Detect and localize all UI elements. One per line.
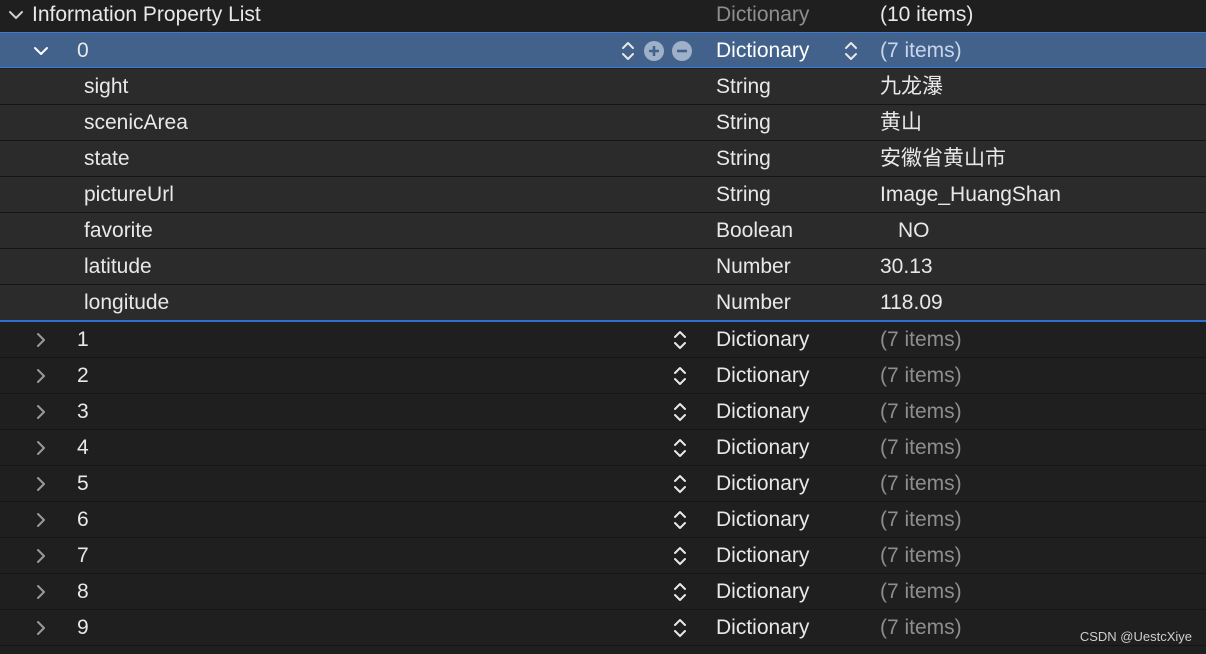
item-value: (7 items) xyxy=(880,328,962,351)
chevron-right-icon[interactable] xyxy=(29,358,53,394)
item-row-4[interactable]: 4 Dictionary (7 items) xyxy=(0,430,1206,466)
item-type[interactable]: Dictionary xyxy=(716,430,809,466)
item-type[interactable]: Dictionary xyxy=(716,394,809,430)
item-type[interactable]: Dictionary xyxy=(716,466,809,502)
type-stepper-icon[interactable] xyxy=(673,438,687,458)
item-value: (7 items) xyxy=(880,364,962,387)
chevron-right-icon[interactable] xyxy=(29,574,53,610)
child-value[interactable]: 九龙瀑 xyxy=(880,69,943,105)
type-stepper-icon[interactable] xyxy=(673,582,687,602)
item-index: 9 xyxy=(77,616,89,639)
item-type[interactable]: Dictionary xyxy=(716,33,809,69)
item-row-8[interactable]: 8 Dictionary (7 items) xyxy=(0,574,1206,610)
child-row-longitude[interactable]: longitude Number 118.09 xyxy=(0,285,1206,321)
item-index: 5 xyxy=(77,472,89,495)
chevron-down-icon[interactable] xyxy=(4,0,28,33)
child-key[interactable]: scenicArea xyxy=(84,105,188,141)
add-row-icon[interactable] xyxy=(643,40,665,62)
child-key[interactable]: pictureUrl xyxy=(84,177,174,213)
root-key: Information Property List xyxy=(32,3,261,26)
child-value[interactable]: 黄山 xyxy=(880,105,922,141)
item-value: (7 items) xyxy=(880,580,962,603)
item-type[interactable]: Dictionary xyxy=(716,322,809,358)
type-stepper-icon[interactable] xyxy=(673,546,687,566)
child-type[interactable]: String xyxy=(716,69,771,105)
watermark: CSDN @UestcXiye xyxy=(1079,629,1192,644)
item-value: (7 items) xyxy=(880,436,962,459)
chevron-down-icon[interactable] xyxy=(29,33,53,69)
chevron-right-icon[interactable] xyxy=(29,502,53,538)
item-row-7[interactable]: 7 Dictionary (7 items) xyxy=(0,538,1206,574)
item-value: (7 items) xyxy=(880,39,962,62)
item-type[interactable]: Dictionary xyxy=(716,538,809,574)
item-index: 6 xyxy=(77,508,89,531)
type-stepper-icon[interactable] xyxy=(673,330,687,350)
child-key[interactable]: state xyxy=(84,141,130,177)
chevron-right-icon[interactable] xyxy=(29,610,53,646)
root-value: (10 items) xyxy=(880,3,974,26)
child-row-sight[interactable]: sight String 九龙瀑 xyxy=(0,69,1206,105)
item-row-1[interactable]: 1 Dictionary (7 items) xyxy=(0,322,1206,358)
item-value: (7 items) xyxy=(880,472,962,495)
type-stepper-icon[interactable] xyxy=(844,41,858,61)
item-type[interactable]: Dictionary xyxy=(716,358,809,394)
child-key[interactable]: longitude xyxy=(84,285,169,321)
child-value[interactable]: NO xyxy=(898,213,930,249)
child-type[interactable]: String xyxy=(716,105,771,141)
item-type[interactable]: Dictionary xyxy=(716,610,809,646)
child-value[interactable]: 30.13 xyxy=(880,249,933,285)
type-stepper-icon[interactable] xyxy=(673,366,687,386)
child-row-state[interactable]: state String 安徽省黄山市 xyxy=(0,141,1206,177)
child-type[interactable]: Boolean xyxy=(716,213,793,249)
item-index: 8 xyxy=(77,580,89,603)
item-index: 3 xyxy=(77,400,89,423)
item-index: 7 xyxy=(77,544,89,567)
item-index: 2 xyxy=(77,364,89,387)
child-type[interactable]: Number xyxy=(716,285,791,321)
item-index: 4 xyxy=(77,436,89,459)
item-row-0[interactable]: 0 Dictionary (7 items) xyxy=(0,32,1206,68)
item-row-2[interactable]: 2 Dictionary (7 items) xyxy=(0,358,1206,394)
item-value: (7 items) xyxy=(880,400,962,423)
item-type[interactable]: Dictionary xyxy=(716,502,809,538)
child-key[interactable]: latitude xyxy=(84,249,152,285)
type-stepper-icon[interactable] xyxy=(673,402,687,422)
chevron-right-icon[interactable] xyxy=(29,322,53,358)
child-key[interactable]: sight xyxy=(84,69,128,105)
type-stepper-icon[interactable] xyxy=(673,474,687,494)
item-value: (7 items) xyxy=(880,544,962,567)
chevron-right-icon[interactable] xyxy=(29,466,53,502)
chevron-right-icon[interactable] xyxy=(29,430,53,466)
child-type[interactable]: String xyxy=(716,177,771,213)
child-type[interactable]: String xyxy=(716,141,771,177)
item-index: 0 xyxy=(77,39,89,62)
child-key[interactable]: favorite xyxy=(84,213,153,249)
root-row[interactable]: Information Property List Dictionary (10… xyxy=(0,0,1206,33)
child-value[interactable]: 118.09 xyxy=(880,285,943,321)
chevron-right-icon[interactable] xyxy=(29,394,53,430)
child-row-pictureurl[interactable]: pictureUrl String Image_HuangShan xyxy=(0,177,1206,213)
child-value[interactable]: 安徽省黄山市 xyxy=(880,141,1006,177)
chevron-right-icon[interactable] xyxy=(29,538,53,574)
item-value: (7 items) xyxy=(880,508,962,531)
remove-row-icon[interactable] xyxy=(671,40,693,62)
item-value: (7 items) xyxy=(880,616,962,639)
type-stepper-icon[interactable] xyxy=(673,510,687,530)
child-value[interactable]: Image_HuangShan xyxy=(880,177,1061,213)
item-type[interactable]: Dictionary xyxy=(716,574,809,610)
child-type[interactable]: Number xyxy=(716,249,791,285)
child-row-latitude[interactable]: latitude Number 30.13 xyxy=(0,249,1206,285)
item-row-3[interactable]: 3 Dictionary (7 items) xyxy=(0,394,1206,430)
type-stepper-icon[interactable] xyxy=(621,41,635,61)
item-row-9[interactable]: 9 Dictionary (7 items) xyxy=(0,610,1206,646)
item-row-5[interactable]: 5 Dictionary (7 items) xyxy=(0,466,1206,502)
item-index: 1 xyxy=(77,328,89,351)
type-stepper-icon[interactable] xyxy=(673,618,687,638)
root-type: Dictionary xyxy=(716,3,810,26)
child-row-favorite[interactable]: favorite Boolean NO xyxy=(0,213,1206,249)
item-row-6[interactable]: 6 Dictionary (7 items) xyxy=(0,502,1206,538)
child-row-scenicarea[interactable]: scenicArea String 黄山 xyxy=(0,105,1206,141)
